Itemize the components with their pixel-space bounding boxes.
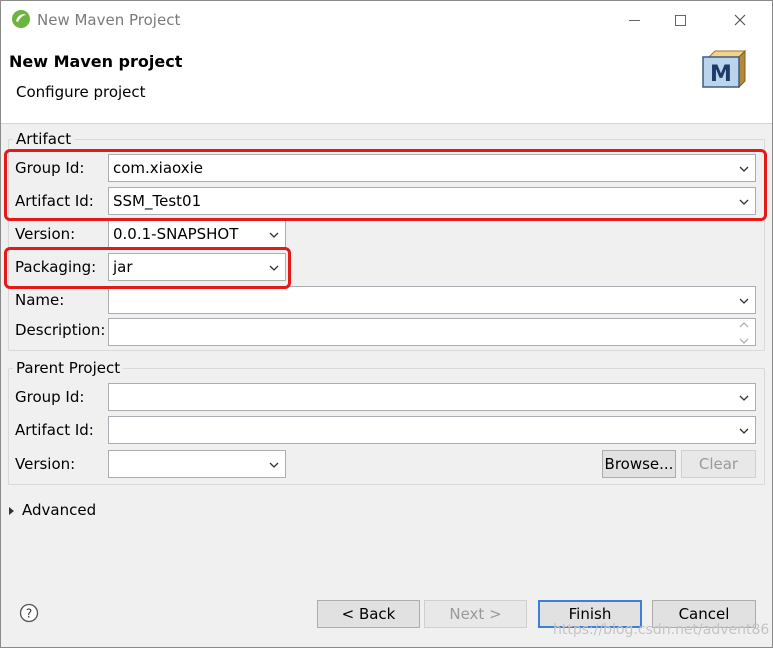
wizard-title: New Maven project [9, 52, 183, 71]
scroll-down-icon[interactable] [739, 337, 749, 345]
description-label: Description: [15, 321, 106, 339]
version-value: 0.0.1-SNAPSHOT [113, 225, 239, 243]
parent-version-label: Version: [15, 455, 76, 473]
clear-button[interactable]: Clear [681, 450, 756, 478]
advanced-toggle[interactable]: Advanced [9, 501, 96, 519]
browse-button[interactable]: Browse... [602, 450, 676, 478]
parent-group-id-combo[interactable] [108, 383, 756, 411]
chevron-down-icon[interactable] [269, 230, 279, 240]
parent-project-legend: Parent Project [13, 359, 124, 377]
svg-text:?: ? [26, 607, 32, 621]
version-label: Version: [15, 225, 76, 243]
advanced-label: Advanced [22, 501, 97, 519]
expand-arrow-icon [9, 506, 14, 515]
scroll-up-icon[interactable] [739, 321, 749, 329]
parent-artifact-id-label: Artifact Id: [15, 421, 94, 439]
name-label: Name: [15, 291, 65, 309]
highlight-packaging [4, 247, 291, 289]
version-combo[interactable]: 0.0.1-SNAPSHOT [108, 220, 286, 248]
description-scroll-arrows[interactable] [737, 321, 751, 345]
title-bar: New Maven Project [1, 1, 772, 39]
minimize-icon[interactable] [611, 1, 657, 39]
chevron-down-icon[interactable] [739, 393, 749, 403]
wizard-header: New Maven project Configure project M [1, 39, 772, 124]
parent-artifact-id-combo[interactable] [108, 416, 756, 444]
parent-group-id-label: Group Id: [15, 388, 85, 406]
spring-app-icon [12, 10, 30, 28]
name-combo[interactable] [108, 286, 756, 314]
wizard-subtitle: Configure project [16, 83, 146, 101]
watermark-text: https://blog.csdn.net/advent86 [553, 622, 770, 638]
close-icon[interactable] [717, 1, 763, 39]
svg-text:M: M [710, 62, 732, 87]
dialog-window: New Maven Project New Maven project Conf… [0, 0, 773, 648]
parent-version-combo[interactable] [108, 450, 286, 478]
maven-m-icon: M [702, 49, 747, 89]
description-field[interactable] [108, 318, 756, 346]
highlight-group-artifact-ids [4, 149, 767, 221]
chevron-down-icon[interactable] [739, 426, 749, 436]
window-title: New Maven Project [37, 11, 181, 29]
help-icon[interactable]: ? [19, 603, 39, 623]
maximize-icon[interactable] [657, 1, 703, 39]
chevron-down-icon[interactable] [739, 296, 749, 306]
back-button[interactable]: < Back [317, 600, 420, 628]
chevron-down-icon[interactable] [269, 460, 279, 470]
artifact-legend: Artifact [13, 130, 75, 148]
next-button[interactable]: Next > [424, 600, 527, 628]
